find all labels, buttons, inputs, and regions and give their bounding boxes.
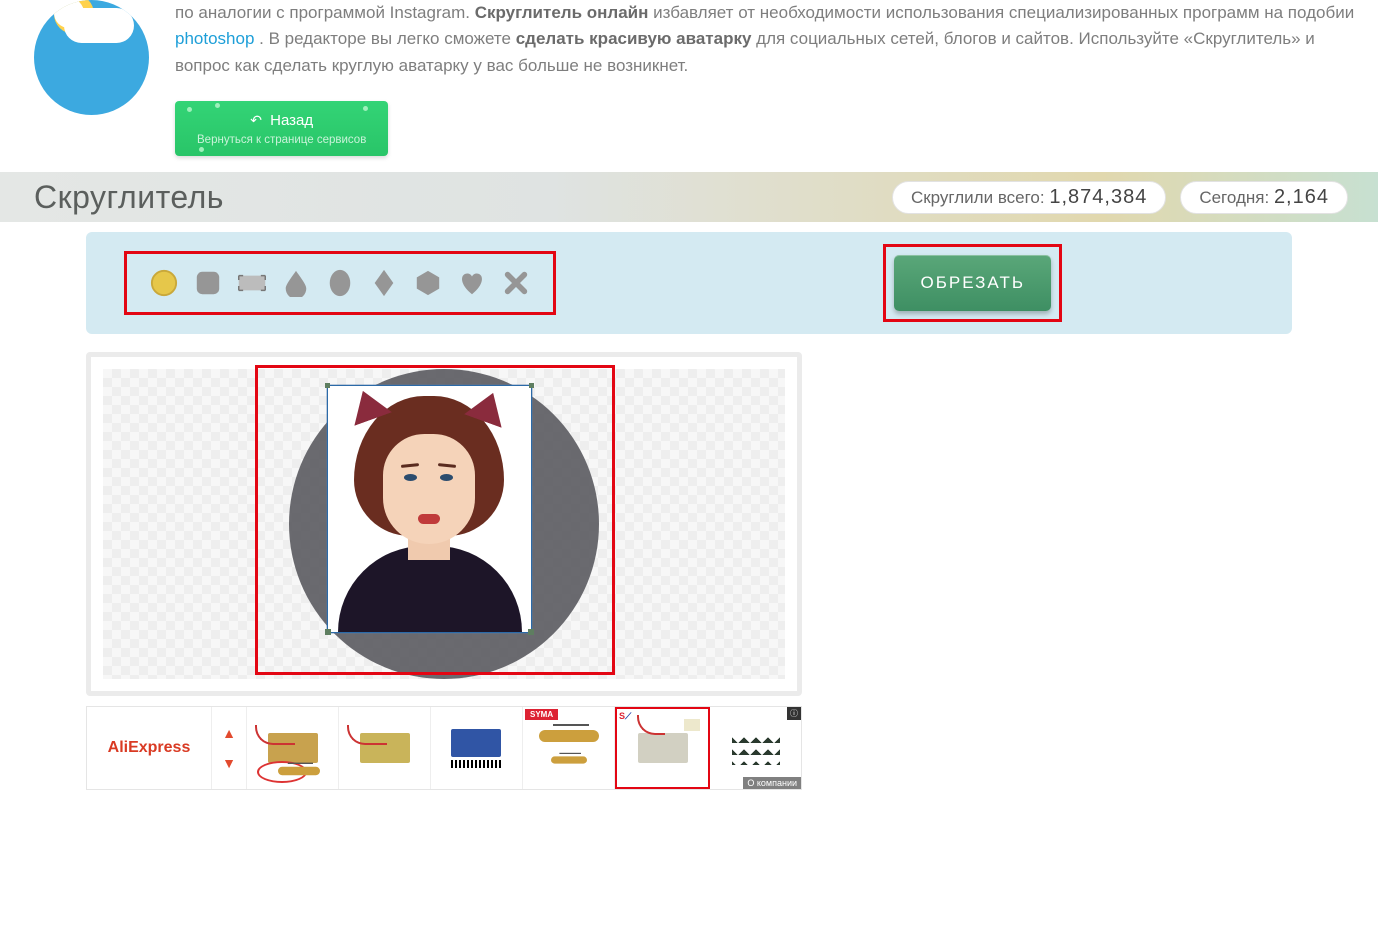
back-label: Назад bbox=[270, 112, 313, 129]
ad-prev-icon[interactable]: ▲ bbox=[222, 725, 236, 741]
ad-nav: ▲ ▼ bbox=[211, 707, 247, 789]
source-image[interactable] bbox=[327, 385, 532, 633]
stats-total-label: Скруглили всего: bbox=[911, 188, 1049, 207]
ad-brand[interactable]: AliExpress bbox=[87, 707, 211, 789]
workspace: ОБРЕЗАТЬ bbox=[86, 232, 1292, 790]
photoshop-link[interactable]: photoshop bbox=[175, 29, 254, 48]
shape-drop[interactable] bbox=[281, 268, 311, 298]
shape-rectangle[interactable] bbox=[237, 268, 267, 298]
ad-carousel: AliExpress ▲ ▼ SYMA bbox=[86, 706, 802, 790]
ad-caption[interactable]: О компании bbox=[743, 777, 801, 789]
shape-hexagon[interactable] bbox=[413, 268, 443, 298]
intro-text: по аналогии с программой Instagram. Скру… bbox=[175, 0, 1358, 156]
shape-toolbar bbox=[124, 251, 556, 315]
shape-diamond[interactable] bbox=[369, 268, 399, 298]
tool-panel: ОБРЕЗАТЬ bbox=[86, 232, 1292, 334]
crop-button-highlight: ОБРЕЗАТЬ bbox=[883, 244, 1062, 322]
ad-next-icon[interactable]: ▼ bbox=[222, 755, 236, 771]
shape-rounded-square[interactable] bbox=[193, 268, 223, 298]
back-button[interactable]: ↶ Назад Вернуться к странице сервисов bbox=[175, 101, 388, 156]
intro-fragment: . В редакторе вы легко сможете bbox=[259, 29, 516, 48]
ad-item[interactable]: ⓘ О компании bbox=[710, 707, 801, 789]
undo-icon: ↶ bbox=[250, 112, 262, 128]
shape-circle[interactable] bbox=[149, 268, 179, 298]
stats-total: Скруглили всего: 1,874,384 bbox=[892, 181, 1166, 214]
ad-item[interactable]: SYMA bbox=[523, 707, 615, 789]
ad-item[interactable] bbox=[247, 707, 339, 789]
stats-today-label: Сегодня: bbox=[1199, 188, 1274, 207]
shape-oval[interactable] bbox=[325, 268, 355, 298]
page-title: Скруглитель bbox=[34, 179, 878, 216]
canvas-frame bbox=[86, 352, 802, 696]
service-icon bbox=[34, 0, 149, 115]
crop-button[interactable]: ОБРЕЗАТЬ bbox=[894, 255, 1051, 311]
intro-fragment: по аналогии с программой Instagram. bbox=[175, 3, 475, 22]
stats-total-value: 1,874,384 bbox=[1049, 186, 1147, 208]
ad-badge-syma: SYMA bbox=[525, 709, 558, 720]
avatar-illustration bbox=[328, 386, 531, 632]
stats-today-value: 2,164 bbox=[1274, 186, 1329, 208]
title-bar: Скруглитель Скруглили всего: 1,874,384 С… bbox=[0, 172, 1378, 222]
intro-strong: Скруглитель онлайн bbox=[475, 3, 649, 22]
ad-item[interactable] bbox=[339, 707, 431, 789]
back-sublabel: Вернуться к странице сервисов bbox=[197, 132, 366, 150]
ad-item[interactable] bbox=[431, 707, 523, 789]
stats-today: Сегодня: 2,164 bbox=[1180, 181, 1348, 214]
ad-badge-logo: S⟋ bbox=[619, 711, 631, 722]
info-icon[interactable]: ⓘ bbox=[787, 707, 801, 720]
intro-fragment: избавляет от необходимости использования… bbox=[653, 3, 1354, 22]
intro-strong: сделать красивую аватарку bbox=[516, 29, 752, 48]
shape-heart[interactable] bbox=[457, 268, 487, 298]
shape-cross[interactable] bbox=[501, 268, 531, 298]
ad-item-selected[interactable]: S⟋ bbox=[615, 707, 710, 789]
crop-area[interactable] bbox=[289, 369, 599, 679]
intro-section: по аналогии с программой Instagram. Скру… bbox=[0, 0, 1378, 166]
editor-canvas[interactable] bbox=[103, 369, 785, 679]
